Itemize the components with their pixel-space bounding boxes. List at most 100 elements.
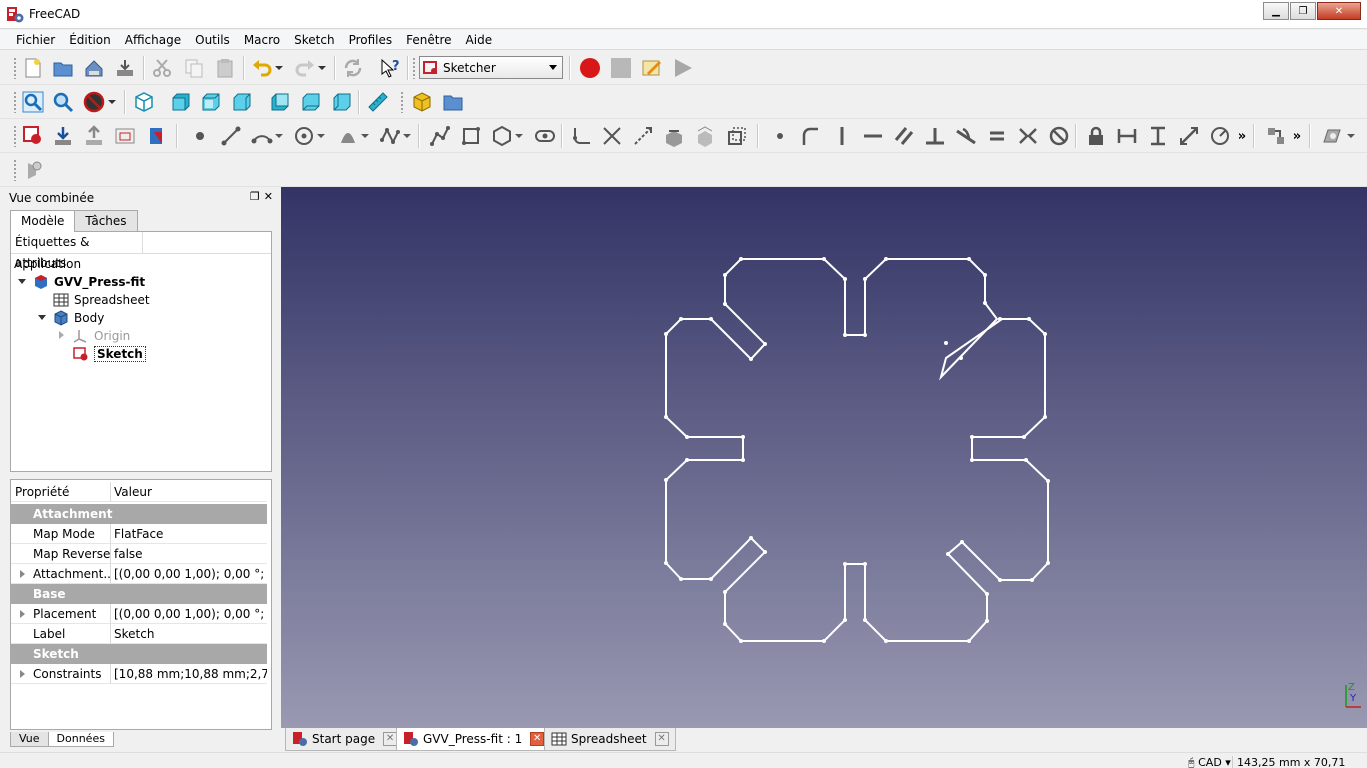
tree-item-sketch[interactable]: Sketch [73,345,146,363]
prop-row-attachment-offset[interactable]: Attachment... [(0,00 0,00 1,00); 0,00 °;… [11,564,267,584]
view-top-button[interactable] [199,90,223,114]
view-section-dropdown[interactable] [1345,124,1357,148]
conic-dropdown[interactable] [359,124,371,148]
view-right-button[interactable] [230,90,254,114]
whats-this-button[interactable]: ? [378,56,402,80]
macro-record-button[interactable] [578,56,602,80]
draw-style-button[interactable] [82,90,106,114]
prop-row-label[interactable]: Label Sketch [11,624,267,644]
create-point-button[interactable] [188,124,212,148]
trim-button[interactable] [600,124,624,148]
constrain-vertical-button[interactable] [830,124,854,148]
menu-edition[interactable]: Édition [62,30,118,50]
constrain-coincident-button[interactable] [768,124,792,148]
sketch-canvas[interactable]: Z Y [281,187,1367,728]
constrain-perpendicular-button[interactable] [923,124,947,148]
constrain-horizontal-distance-button[interactable] [1115,124,1139,148]
redo-button[interactable] [293,56,317,80]
constrain-point-on-object-button[interactable] [799,124,823,148]
fit-selection-button[interactable] [51,90,75,114]
close-panel-icon[interactable]: ✕ [264,190,273,203]
macro-stop-button[interactable] [609,56,633,80]
macro-execute-button[interactable] [671,56,695,80]
cut-button[interactable] [150,56,174,80]
copy-button[interactable] [182,56,206,80]
create-circle-button[interactable] [292,124,316,148]
circle-dropdown[interactable] [315,124,327,148]
polygon-dropdown[interactable] [513,124,525,148]
open-button[interactable] [51,56,75,80]
tree-item-spreadsheet[interactable]: Spreadsheet [53,291,150,309]
prop-value[interactable]: false [111,544,267,564]
maximize-button[interactable]: ❐ [1290,2,1316,20]
draw-style-dropdown[interactable] [106,90,118,114]
virtual-space-button[interactable] [21,158,45,182]
menu-sketch[interactable]: Sketch [287,30,341,50]
prop-value[interactable]: FlatFace [111,524,267,544]
doc-tab-spreadsheet[interactable]: Spreadsheet ✕ [544,728,676,751]
constrain-lock-button[interactable] [1084,124,1108,148]
measure-distance-button[interactable] [366,90,390,114]
view-rear-button[interactable] [268,90,292,114]
prop-value[interactable]: [10,88 mm;10,88 mm;2,75 ... [111,664,267,684]
tree-item-origin[interactable]: Origin [73,327,130,345]
create-polygon-button[interactable] [490,124,514,148]
create-slot-button[interactable] [533,124,557,148]
external-geometry-button[interactable] [662,124,686,148]
edit-sketch-button[interactable] [51,124,75,148]
create-group-button[interactable] [441,90,465,114]
create-rectangle-button[interactable] [459,124,483,148]
view-sketch-button[interactable] [113,124,137,148]
view-front-button[interactable] [169,90,193,114]
constrain-parallel-button[interactable] [892,124,916,148]
view-left-button[interactable] [330,90,354,114]
menu-fenetre[interactable]: Fenêtre [399,30,458,50]
expand-document-icon[interactable] [18,279,26,284]
tree-item-body[interactable]: Body [53,309,104,327]
3d-viewport[interactable]: Z Y [281,187,1367,728]
paste-button[interactable] [213,56,237,80]
prop-value[interactable]: Sketch [111,624,267,644]
menu-affichage[interactable]: Affichage [118,30,188,50]
menu-aide[interactable]: Aide [459,30,500,50]
bspline-dropdown[interactable] [401,124,413,148]
save-as-button[interactable] [113,56,137,80]
toolbar-grip[interactable] [13,159,17,181]
tab-vue[interactable]: Vue [10,732,49,747]
fit-all-button[interactable] [21,90,45,114]
undo-dropdown[interactable] [273,56,285,80]
arc-dropdown[interactable] [273,124,285,148]
toolbar-overflow-button-2[interactable]: » [1290,124,1304,148]
constrain-block-button[interactable] [1047,124,1071,148]
create-part-button[interactable] [410,90,434,114]
leave-sketch-button[interactable] [82,124,106,148]
sketch-profile[interactable] [665,258,1049,642]
create-line-button[interactable] [219,124,243,148]
create-bspline-button[interactable] [378,124,402,148]
sketch-view-section-button[interactable] [1320,124,1344,148]
create-polyline-button[interactable] [428,124,452,148]
close-tab-icon[interactable]: ✕ [530,732,545,746]
extend-button[interactable] [631,124,655,148]
constrain-radius-button[interactable] [1208,124,1232,148]
toolbar-grip[interactable] [13,125,17,147]
doc-tab-start-page[interactable]: Start page ✕ [285,728,405,751]
menu-macro[interactable]: Macro [237,30,287,50]
constrain-vertical-distance-button[interactable] [1146,124,1170,148]
constrain-distance-button[interactable] [1177,124,1201,148]
float-panel-icon[interactable]: ❐ [250,190,260,203]
toolbar-grip[interactable] [13,91,17,113]
minimize-button[interactable]: ▁ [1263,2,1289,20]
prop-row-map-reversed[interactable]: Map Reversed false [11,544,267,564]
expand-origin-icon[interactable] [59,331,64,339]
new-sketch-button[interactable] [21,124,45,148]
close-tab-icon[interactable]: ✕ [654,732,669,746]
carbon-copy-button[interactable] [693,124,717,148]
workbench-selector[interactable]: Sketcher [419,56,563,79]
constrain-horizontal-button[interactable] [861,124,885,148]
prop-row-map-mode[interactable]: Map Mode FlatFace [11,524,267,544]
construction-mode-button[interactable] [724,124,748,148]
select-constraints-button[interactable] [1264,124,1288,148]
prop-value[interactable]: [(0,00 0,00 1,00); 0,00 °; (0,... [111,604,267,624]
fillet-button[interactable] [569,124,593,148]
